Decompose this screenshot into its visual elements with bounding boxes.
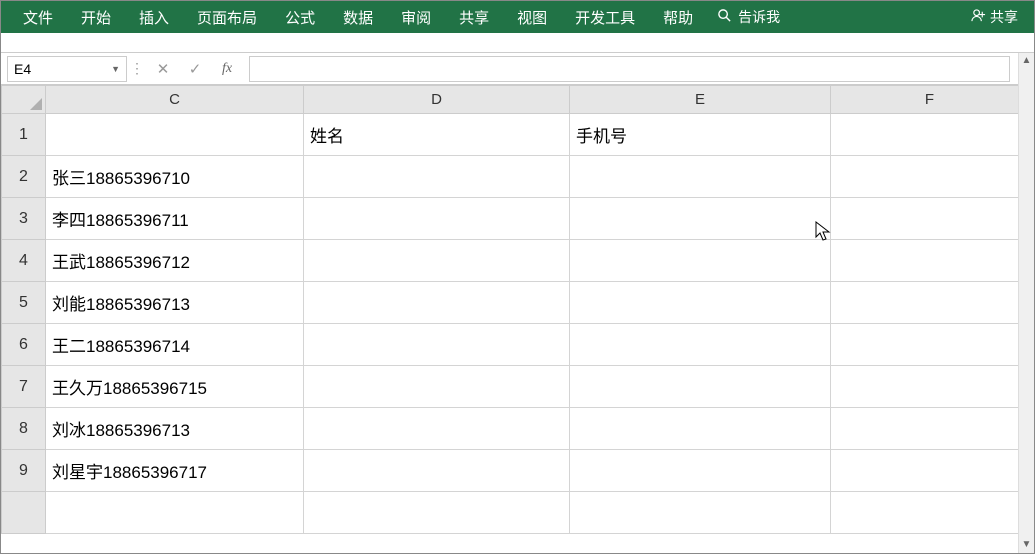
row-header-1[interactable]: 1 xyxy=(2,114,46,156)
tab-home[interactable]: 开始 xyxy=(67,1,125,34)
cell-C4[interactable]: 王武18865396712 xyxy=(46,240,304,282)
formula-input[interactable] xyxy=(249,56,1010,82)
tab-file[interactable]: 文件 xyxy=(9,1,67,34)
tab-share[interactable]: 共享 xyxy=(445,1,503,34)
formula-divider: ⋮ xyxy=(127,60,147,77)
share-label: 共享 xyxy=(990,7,1018,27)
tell-me-label: 告诉我 xyxy=(738,7,780,27)
cell-C8[interactable]: 刘冰18865396713 xyxy=(46,408,304,450)
cell-C2[interactable]: 张三18865396710 xyxy=(46,156,304,198)
vertical-scrollbar[interactable]: ▲ ▼ xyxy=(1018,53,1034,553)
cell-D7[interactable] xyxy=(304,366,570,408)
cell-C1[interactable] xyxy=(46,114,304,156)
tab-help[interactable]: 帮助 xyxy=(649,1,707,34)
col-header-E[interactable]: E xyxy=(570,86,831,114)
row-header-7[interactable]: 7 xyxy=(2,366,46,408)
cell-C5[interactable]: 刘能18865396713 xyxy=(46,282,304,324)
formula-bar: E4 ▼ ⋮ ✕ ✓ fx ⌄ xyxy=(1,53,1034,85)
tab-page-layout[interactable]: 页面布局 xyxy=(183,1,271,34)
cell-F6[interactable] xyxy=(831,324,1029,366)
cell-E7[interactable] xyxy=(570,366,831,408)
cell-C7[interactable]: 王久万18865396715 xyxy=(46,366,304,408)
row-header-2[interactable]: 2 xyxy=(2,156,46,198)
col-header-C[interactable]: C xyxy=(46,86,304,114)
cell-D9[interactable] xyxy=(304,450,570,492)
cell-E9[interactable] xyxy=(570,450,831,492)
cell-C6[interactable]: 王二18865396714 xyxy=(46,324,304,366)
cell-D10[interactable] xyxy=(304,492,570,534)
cell-F1[interactable] xyxy=(831,114,1029,156)
cell-D6[interactable] xyxy=(304,324,570,366)
tab-review[interactable]: 审阅 xyxy=(387,1,445,34)
row-header-9[interactable]: 9 xyxy=(2,450,46,492)
cell-C3[interactable]: 李四18865396711 xyxy=(46,198,304,240)
fx-icon[interactable]: fx xyxy=(211,61,243,77)
cell-F3[interactable] xyxy=(831,198,1029,240)
cell-F7[interactable] xyxy=(831,366,1029,408)
cell-D2[interactable] xyxy=(304,156,570,198)
cell-E2[interactable] xyxy=(570,156,831,198)
col-header-D[interactable]: D xyxy=(304,86,570,114)
cell-C9[interactable]: 刘星宇18865396717 xyxy=(46,450,304,492)
cell-E3[interactable] xyxy=(570,198,831,240)
cell-E10[interactable] xyxy=(570,492,831,534)
cell-F9[interactable] xyxy=(831,450,1029,492)
formula-cancel-button[interactable]: ✕ xyxy=(147,60,179,78)
cell-D4[interactable] xyxy=(304,240,570,282)
cell-E5[interactable] xyxy=(570,282,831,324)
tab-formulas[interactable]: 公式 xyxy=(271,1,329,34)
spreadsheet-grid: C D E F 1 姓名 手机号 2 张三18865396710 3 李四188… xyxy=(1,85,1034,534)
ribbon-tabs-bar: 文件 开始 插入 页面布局 公式 数据 审阅 共享 视图 开发工具 帮助 告诉我… xyxy=(1,1,1034,33)
name-box[interactable]: E4 ▼ xyxy=(7,56,127,82)
cell-F10[interactable] xyxy=(831,492,1029,534)
cell-D1[interactable]: 姓名 xyxy=(304,114,570,156)
tab-insert[interactable]: 插入 xyxy=(125,1,183,34)
tab-view[interactable]: 视图 xyxy=(503,1,561,34)
scroll-down-icon[interactable]: ▼ xyxy=(1019,537,1034,553)
formula-confirm-button[interactable]: ✓ xyxy=(179,60,211,78)
cell-E1[interactable]: 手机号 xyxy=(570,114,831,156)
row-header-8[interactable]: 8 xyxy=(2,408,46,450)
row-header-3[interactable]: 3 xyxy=(2,198,46,240)
cell-D5[interactable] xyxy=(304,282,570,324)
cell-D8[interactable] xyxy=(304,408,570,450)
cell-E8[interactable] xyxy=(570,408,831,450)
name-box-value: E4 xyxy=(14,61,31,77)
tell-me-search[interactable]: 告诉我 xyxy=(707,7,790,27)
share-button[interactable]: 共享 xyxy=(963,7,1026,27)
tab-developer[interactable]: 开发工具 xyxy=(561,1,649,34)
search-icon xyxy=(717,8,732,26)
cell-F4[interactable] xyxy=(831,240,1029,282)
row-header-6[interactable]: 6 xyxy=(2,324,46,366)
cell-E6[interactable] xyxy=(570,324,831,366)
row-header-10[interactable] xyxy=(2,492,46,534)
ribbon-content-collapsed xyxy=(1,33,1034,53)
tab-data[interactable]: 数据 xyxy=(329,1,387,34)
cell-F8[interactable] xyxy=(831,408,1029,450)
row-header-4[interactable]: 4 xyxy=(2,240,46,282)
select-all-corner[interactable] xyxy=(2,86,46,114)
cell-E4[interactable] xyxy=(570,240,831,282)
cell-D3[interactable] xyxy=(304,198,570,240)
cell-C10[interactable] xyxy=(46,492,304,534)
cell-F2[interactable] xyxy=(831,156,1029,198)
row-header-5[interactable]: 5 xyxy=(2,282,46,324)
cells-table: C D E F 1 姓名 手机号 2 张三18865396710 3 李四188… xyxy=(1,85,1029,534)
cell-F5[interactable] xyxy=(831,282,1029,324)
chevron-down-icon[interactable]: ▼ xyxy=(111,64,120,74)
person-icon xyxy=(971,8,986,26)
col-header-F[interactable]: F xyxy=(831,86,1029,114)
scroll-up-icon[interactable]: ▲ xyxy=(1019,53,1034,69)
